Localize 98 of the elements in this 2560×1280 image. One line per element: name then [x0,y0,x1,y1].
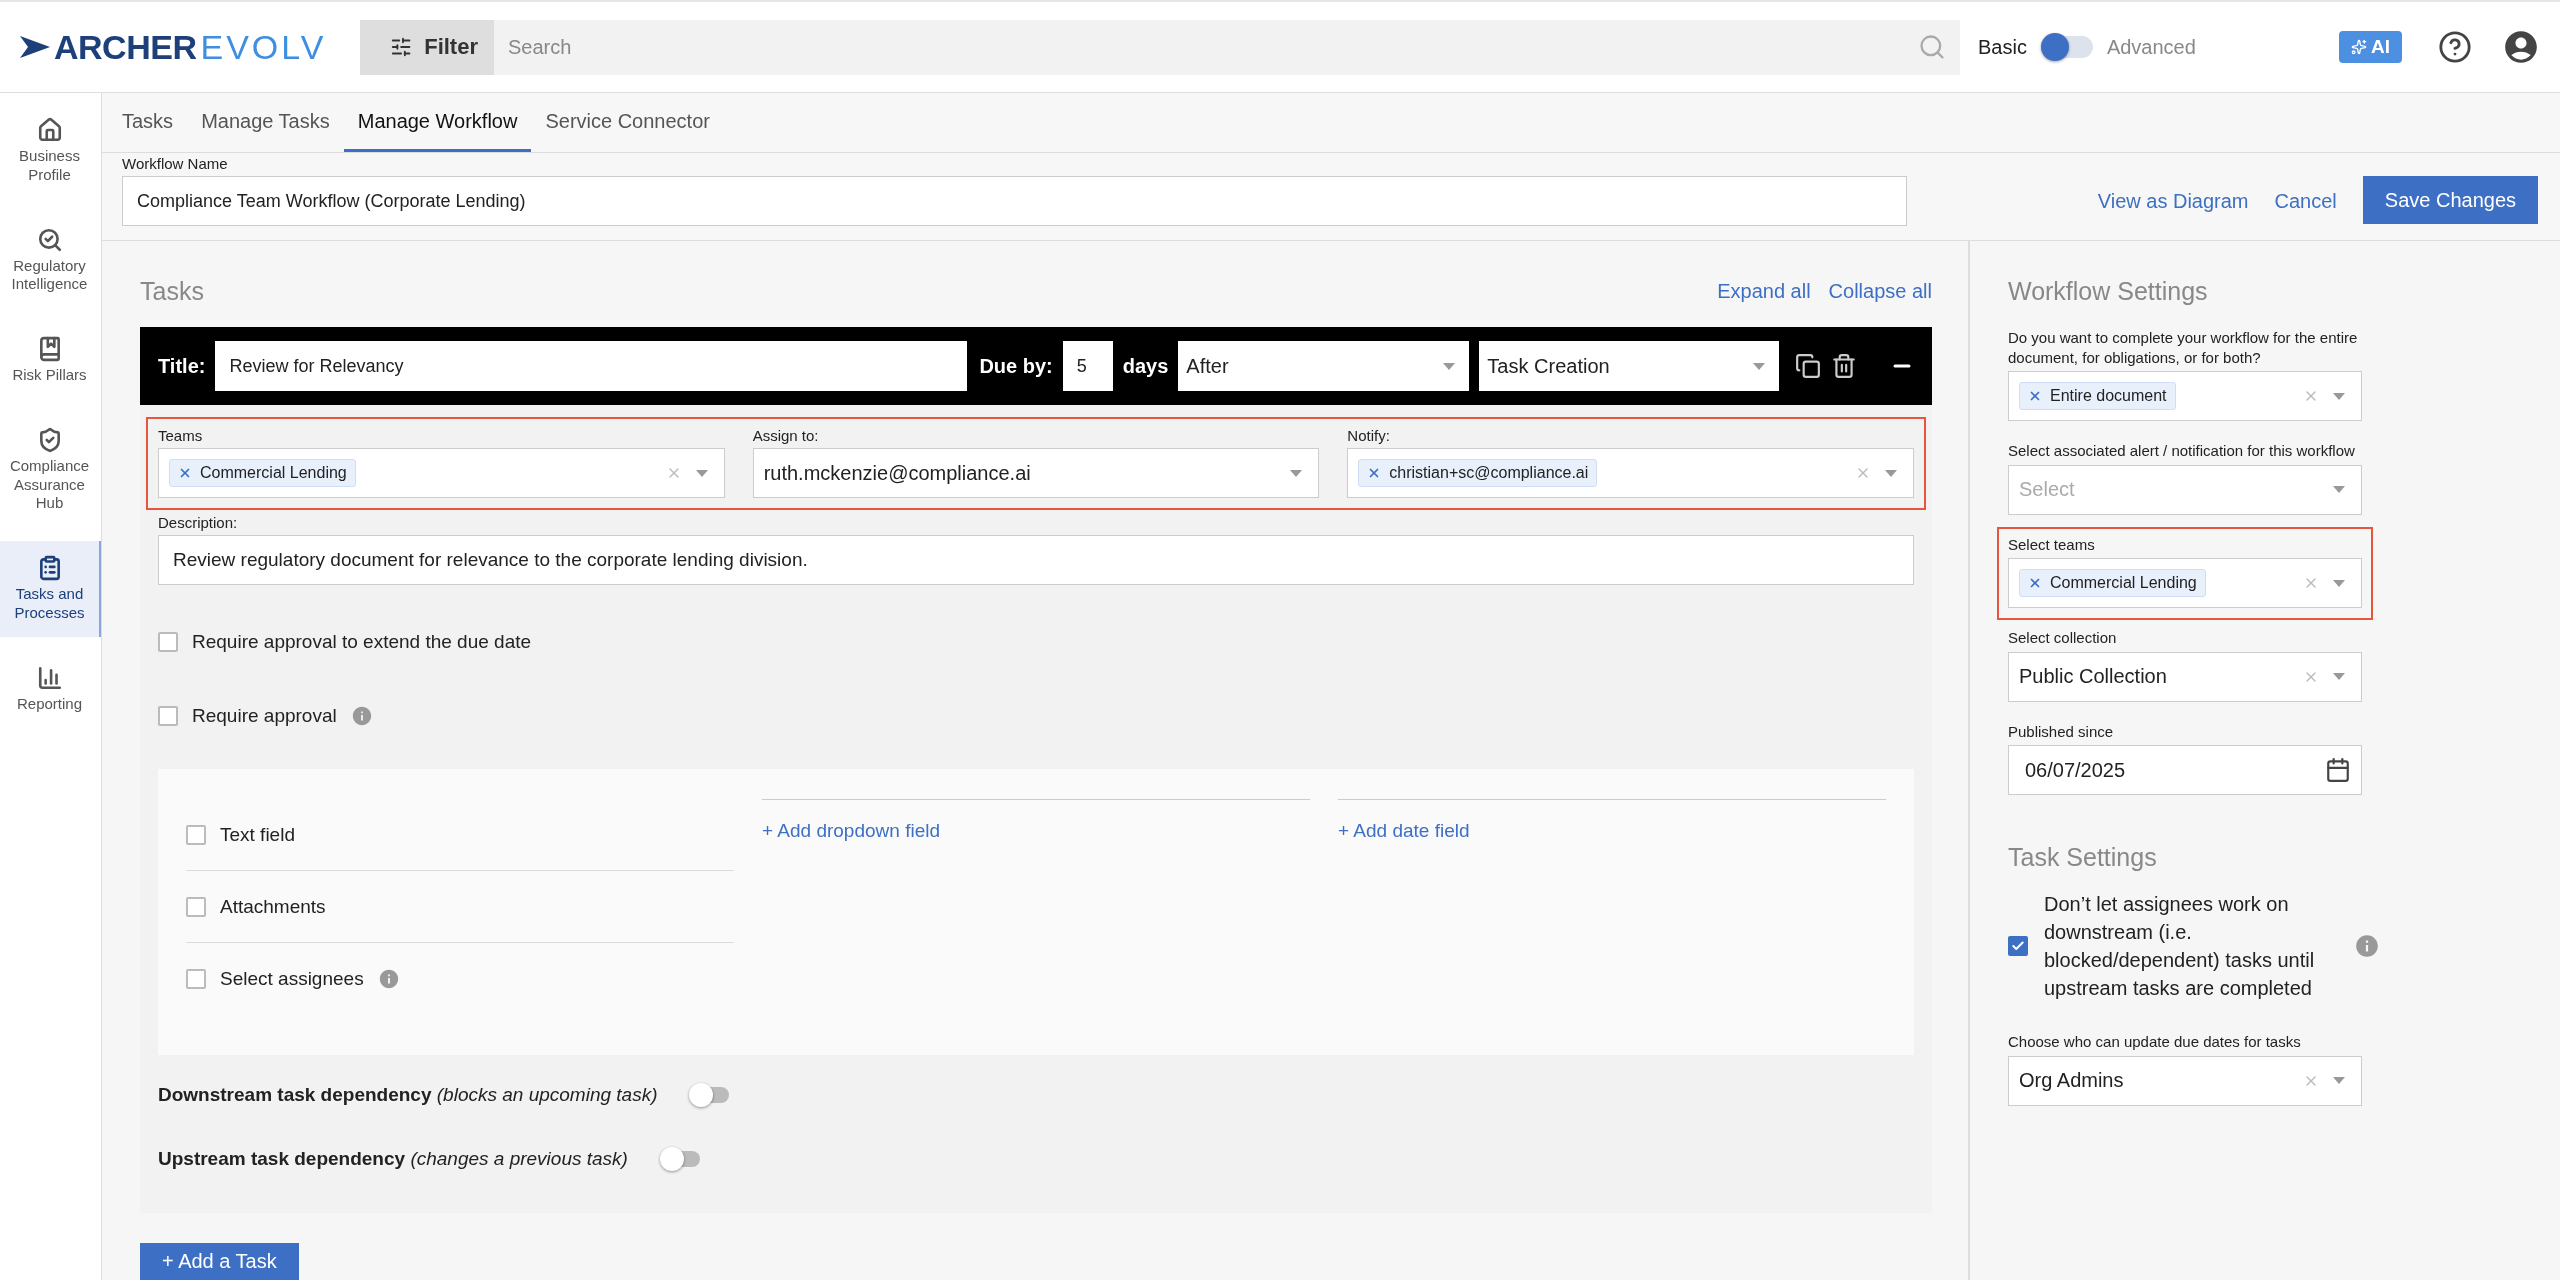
sliders-icon [390,35,413,59]
search-icon[interactable] [1918,33,1946,61]
section-heading: Task Settings [2008,843,2158,872]
magnifier-icon [36,226,63,253]
remove-icon[interactable] [2028,576,2042,590]
tab[interactable]: Service Connector [531,93,724,152]
date-field[interactable]: 06/07/2025 [2008,745,2362,795]
select-field[interactable]: ruth.mckenzie@compliance.ai [752,448,1320,498]
check-icon [2011,939,2025,953]
action-link[interactable]: Cancel [2274,189,2337,213]
add-field-link[interactable]: + Add dropdown field [762,820,940,841]
sidebar-item[interactable]: Compliance Assurance Hub [0,412,101,527]
collapse-all-link[interactable]: Collapse all [1828,279,1932,303]
dependency-label: Downstream task dependency (blocks an upcoming task) [158,1084,658,1106]
selected-chip[interactable]: Commercial Lending [169,459,356,487]
days-label: days [1122,354,1169,378]
option-label: Require approval to extend the due date [192,631,532,653]
anchor-select[interactable]: Task Creation [1479,341,1780,391]
caret-icon [1290,469,1303,477]
caret-icon [1443,362,1456,370]
user-avatar-icon[interactable] [2502,28,2540,66]
option-label: Select assignees [220,968,364,990]
caret-icon [1885,469,1897,477]
add-field-link[interactable]: + Add date field [1338,820,1470,841]
sidebar-item[interactable]: Regulatory Intelligence [0,212,101,308]
field-label: Do you want to complete your workflow for the entire document, for obligations, or for both? [2008,328,2359,367]
logo: ARCHER EVOLV [20,27,360,67]
option-label: Text field [220,823,295,846]
field-label: Select associated alert / notification for this workflow [2008,441,2356,461]
field-label: Workflow Name [122,155,229,172]
filter-button[interactable]: Filter [360,19,494,75]
caret-icon [2333,673,2345,680]
caret-icon [2333,486,2345,493]
remove-icon[interactable] [2028,389,2042,403]
timing-select[interactable]: After [1178,341,1470,391]
trash-icon[interactable] [1831,353,1858,379]
checkbox[interactable] [158,632,178,652]
selected-chip[interactable]: Commercial Lending [2019,569,2206,597]
sidebar-item[interactable]: Business Profile [0,103,101,199]
checkbox[interactable] [186,896,206,917]
section-heading: Tasks [140,276,204,306]
multi-select-field[interactable]: Commercial Lending [158,448,725,498]
description-field[interactable]: Review regulatory document for relevance to the corporate lending division. [158,535,1914,585]
copy-icon[interactable] [1795,353,1822,379]
multi-select-field[interactable]: christian+sc@compliance.ai [1347,448,1914,498]
toggle-label: Advanced [2106,35,2196,59]
info-icon [2354,933,2380,959]
checkbox[interactable] [158,706,178,726]
expand-all-link[interactable]: Expand all [1717,279,1811,303]
sparkle-icon [2351,39,2367,55]
caret-icon [695,469,708,477]
dependency-label: Upstream task dependency (changes a previous task) [158,1148,628,1170]
sidebar-item[interactable]: Risk Pillars [0,322,101,399]
field-label: Choose who can update due dates for tasks [2008,1032,2302,1052]
multi-select-field[interactable]: Entire document [2008,371,2362,421]
action-link[interactable]: View as Diagram [2097,189,2249,213]
title-field[interactable]: Review for Relevancy [215,341,968,391]
field-label: Select collection [2008,628,2118,648]
multi-select-field[interactable]: Commercial Lending [2008,558,2362,608]
field-label: Notify: [1347,427,1391,444]
field-label: Select teams [2008,534,2096,554]
field-label: Description: [158,514,239,531]
field-label: Published since [2008,721,2115,741]
caret-icon [2333,1077,2345,1084]
selected-chip[interactable]: Entire document [2019,382,2176,410]
workflow-name-field[interactable]: Compliance Team Workflow (Corporate Lending) [122,176,1907,226]
sidebar-item[interactable]: Reporting [0,650,101,728]
toggle-label: Basic [1978,35,2027,59]
caret-icon [2333,579,2345,587]
calendar-icon[interactable] [2325,757,2351,783]
option-label: Don’t let assignees work on downstream (i.e. blocked/dependent) tasks until upstream tasks are completed [2044,892,2316,1001]
checkbox[interactable] [186,969,206,989]
select-field[interactable]: Org Admins [2008,1055,2362,1106]
checkbox[interactable] [2008,936,2028,956]
remove-icon[interactable] [178,466,192,480]
house-icon [36,117,63,143]
chart-icon [36,664,63,691]
selected-chip[interactable]: christian+sc@compliance.ai [1358,459,1598,487]
select-field[interactable]: Public Collection [2008,651,2362,702]
tab[interactable]: Tasks [108,93,188,152]
chevron-icon [20,36,50,58]
due-label: Due by: [979,354,1053,378]
field-label: Teams [158,427,204,444]
tab[interactable]: Manage Tasks [187,93,344,152]
caret-icon [1753,362,1766,370]
title-label: Title: [158,354,206,378]
section-heading: Workflow Settings [2008,277,2209,306]
option-label: Require approval [192,705,337,727]
help-icon[interactable] [2438,30,2472,64]
mode-switch[interactable] [2040,36,2093,58]
checkbox[interactable] [186,824,206,845]
due-days-field[interactable]: 5 [1062,341,1113,391]
option-label: Attachments [220,895,326,918]
field-label: Assign to: [752,427,820,444]
caret-icon [2333,392,2345,400]
save-button[interactable]: Save Changes [2362,176,2538,224]
add-task-button[interactable]: + Add a Task [140,1243,299,1280]
sidebar-item[interactable]: Tasks and Processes [0,541,101,637]
